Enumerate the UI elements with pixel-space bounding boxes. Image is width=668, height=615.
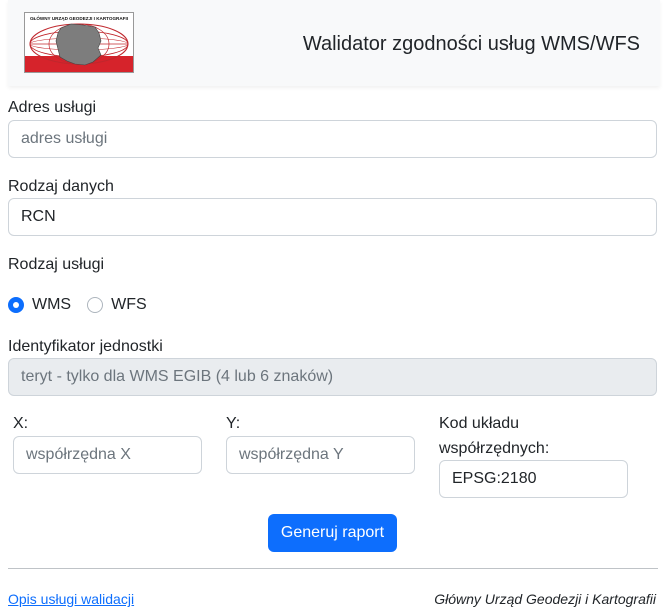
crs-label-line2: współrzędnych: [439, 440, 550, 457]
x-coordinate-input[interactable] [13, 436, 202, 474]
validation-description-link[interactable]: Opis usługi walidacji [8, 591, 134, 607]
service-address-label: Adres usługi [8, 99, 97, 116]
radio-wfs-label: WFS [111, 296, 147, 313]
radio-wfs[interactable]: WFS [87, 296, 147, 314]
radio-wms[interactable]: WMS [8, 296, 71, 314]
radio-wfs-circle[interactable] [87, 297, 104, 313]
service-address-input[interactable] [8, 120, 657, 158]
data-type-label: Rodzaj danych [8, 178, 114, 195]
unit-id-label: Identyfikator jednostki [8, 338, 163, 355]
data-type-input[interactable] [8, 198, 657, 236]
footer-organization: Główny Urząd Geodezji i Kartografii [434, 591, 656, 607]
radio-wms-circle[interactable] [8, 297, 24, 313]
app-header: GŁÓWNY URZĄD GEODEZJI I KARTOGRAFII Wali… [8, 0, 660, 86]
generate-report-button[interactable]: Generuj raport [268, 514, 397, 552]
logo-text: GŁÓWNY URZĄD GEODEZJI I KARTOGRAFII [30, 14, 128, 21]
y-coordinate-input[interactable] [226, 436, 415, 474]
y-label: Y: [226, 415, 241, 432]
service-type-radio-group: WMS WFS [8, 293, 163, 317]
service-type-label: Rodzaj usługi [8, 256, 105, 273]
gugik-logo: GŁÓWNY URZĄD GEODEZJI I KARTOGRAFII [24, 12, 134, 73]
poland-map-logo-icon: GŁÓWNY URZĄD GEODEZJI I KARTOGRAFII [25, 13, 133, 72]
x-label: X: [13, 415, 29, 432]
radio-wms-label: WMS [32, 296, 72, 313]
crs-label-line1: Kod układu [439, 415, 520, 432]
crs-input[interactable] [439, 460, 628, 498]
page-title: Walidator zgodności usług WMS/WFS [302, 33, 640, 55]
unit-id-input[interactable] [8, 358, 657, 396]
footer-divider [8, 568, 658, 569]
